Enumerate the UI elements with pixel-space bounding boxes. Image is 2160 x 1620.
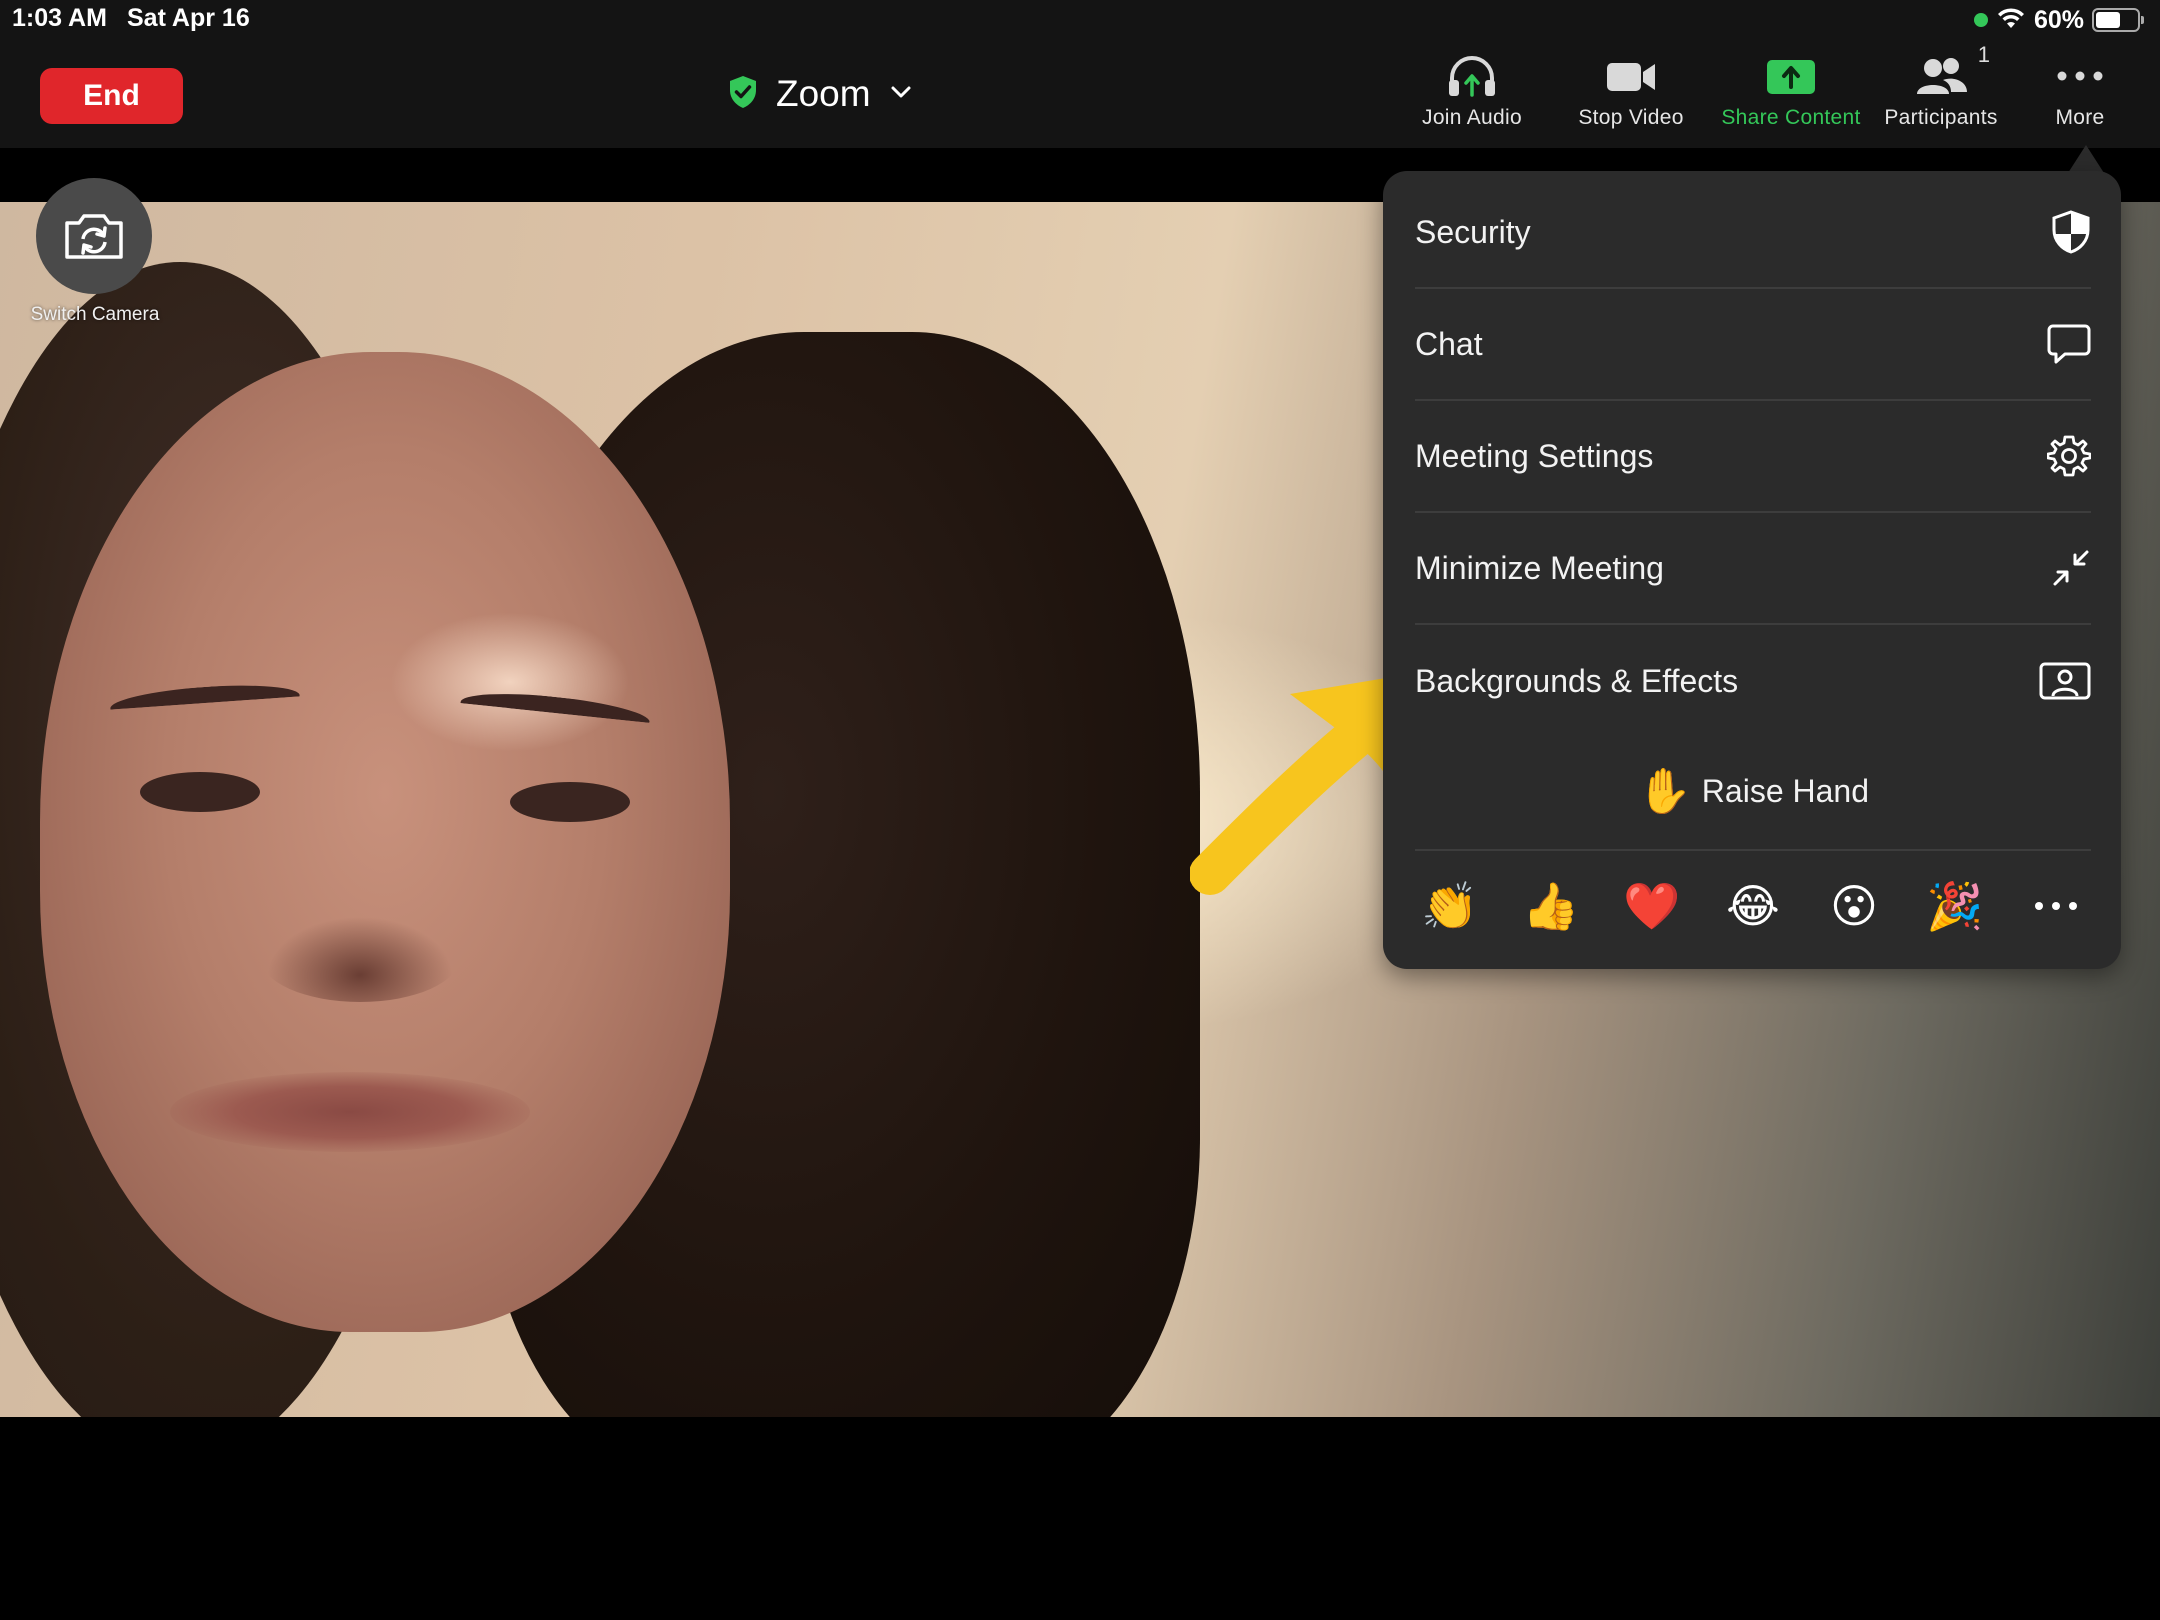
wifi-icon (1996, 6, 2026, 35)
stop-video-button[interactable]: Stop Video (1570, 48, 1692, 148)
video-camera-icon (1596, 48, 1666, 104)
switch-camera-button[interactable] (36, 178, 152, 294)
minimize-icon (2031, 538, 2091, 598)
gear-icon (2031, 426, 2091, 486)
reaction-laugh-button[interactable]: 😂 (1718, 879, 1788, 933)
reactions-row: 👏 👍 ❤️ 😂 😮 🎉 (1415, 861, 2091, 951)
raise-hand-button[interactable]: ✋ Raise Hand (1415, 733, 2091, 851)
reaction-celebrate-button[interactable]: 🎉 (1920, 879, 1990, 934)
participants-icon: 1 (1906, 42, 1990, 104)
raise-hand-label: Raise Hand (1701, 772, 1869, 809)
portrait-icon (2031, 651, 2091, 711)
participants-button[interactable]: 1 Participants (1876, 42, 2006, 148)
menu-item-backgrounds-effects[interactable]: Backgrounds & Effects (1415, 625, 2091, 737)
reaction-heart-button[interactable]: ❤️ (1617, 879, 1687, 934)
join-audio-label: Join Audio (1422, 106, 1522, 129)
video-subject-face (40, 352, 730, 1332)
menu-item-label: Chat (1415, 325, 1483, 362)
menu-item-meeting-settings[interactable]: Meeting Settings (1415, 401, 2091, 513)
more-reactions-button[interactable] (2021, 871, 2091, 941)
encryption-shield-icon (728, 75, 758, 114)
reaction-thumbs-up-button[interactable]: 👍 (1516, 879, 1586, 934)
menu-item-label: Minimize Meeting (1415, 549, 1664, 586)
battery-icon (2092, 8, 2144, 32)
menu-item-chat[interactable]: Chat (1415, 289, 2091, 401)
menu-item-label: Meeting Settings (1415, 437, 1654, 474)
more-dots-icon (2035, 902, 2077, 910)
shield-icon (2031, 202, 2091, 262)
more-menu-caret (2068, 145, 2104, 173)
battery-percentage: 60% (2033, 5, 2084, 34)
menu-item-minimize-meeting[interactable]: Minimize Meeting (1415, 513, 2091, 625)
status-date: Sat Apr 16 (127, 4, 250, 32)
menu-item-security[interactable]: Security (1415, 177, 2091, 289)
chevron-down-icon (889, 84, 913, 105)
zoom-meeting-screen: 1:03 AM Sat Apr 16 60% End Zoom Join Aud… (0, 0, 2160, 1620)
more-menu: Security Chat Meeting Settings Minimize … (1383, 171, 2121, 969)
headphones-icon (1437, 48, 1507, 104)
share-screen-icon (1756, 48, 1826, 104)
reaction-surprised-button[interactable]: 😮 (1819, 879, 1889, 933)
ios-status-bar: 1:03 AM Sat Apr 16 60% (0, 0, 2160, 40)
end-meeting-button[interactable]: End (40, 68, 183, 124)
more-dots-icon (2045, 48, 2115, 104)
menu-item-label: Backgrounds & Effects (1415, 662, 1739, 699)
participants-label: Participants (1884, 106, 1998, 129)
status-time: 1:03 AM (12, 4, 107, 32)
more-label: More (2055, 106, 2105, 129)
stop-video-label: Stop Video (1578, 106, 1684, 129)
reaction-clap-button[interactable]: 👏 (1415, 879, 1485, 934)
join-audio-button[interactable]: Join Audio (1412, 48, 1532, 148)
more-button[interactable]: More (2030, 48, 2130, 148)
status-indicators: 60% (1973, 4, 2144, 36)
switch-camera-icon (65, 214, 123, 259)
meeting-title-dropdown[interactable]: Zoom (728, 64, 913, 124)
share-content-label: Share Content (1721, 106, 1861, 129)
camera-in-use-indicator (1973, 13, 1988, 27)
raise-hand-icon: ✋ (1637, 767, 1692, 816)
menu-item-label: Security (1415, 213, 1531, 250)
chat-bubble-icon (2031, 314, 2091, 374)
meeting-toolbar: End Zoom Join Audio Stop Video Share Con… (0, 40, 2160, 148)
participant-count-badge: 1 (1977, 42, 1990, 67)
share-content-button[interactable]: Share Content (1714, 48, 1868, 148)
switch-camera-label: Switch Camera (30, 304, 160, 325)
meeting-title: Zoom (776, 73, 871, 114)
